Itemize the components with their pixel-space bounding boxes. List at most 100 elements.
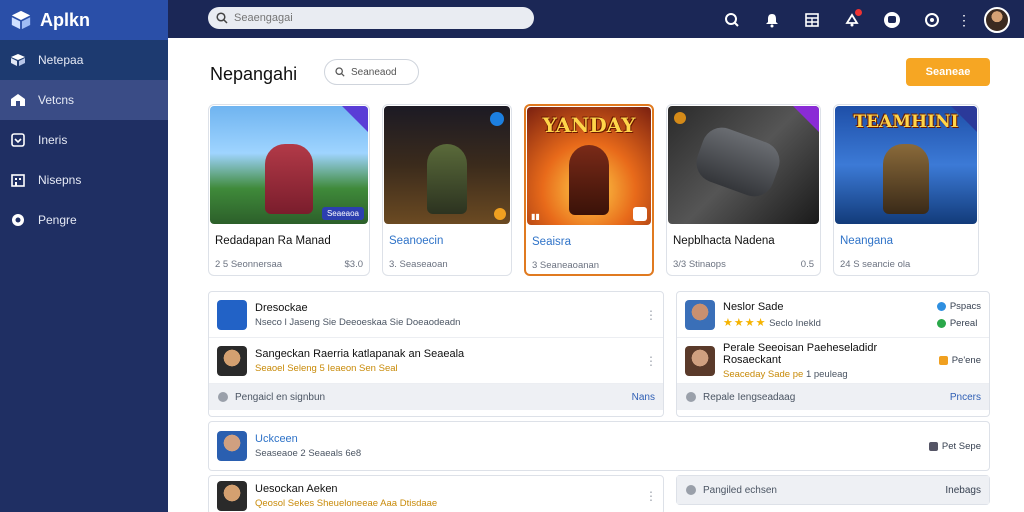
page-title: Nepangahi <box>210 64 298 84</box>
card-title: Seanoecin <box>389 235 444 247</box>
gamepad-icon <box>690 122 786 202</box>
footer-link[interactable]: Nans <box>632 392 655 403</box>
card-meta-right: $3.0 <box>344 259 364 270</box>
settings-icon[interactable] <box>920 8 944 32</box>
list-item[interactable]: Uckceen Seaseaoe 2 Seaeals 6e8 Pet Sepe <box>209 422 989 470</box>
sidebar-item-nisepns[interactable]: Nisepns <box>0 160 168 200</box>
game-banner-text: YANDAY <box>542 113 636 137</box>
search-icon[interactable] <box>720 8 744 32</box>
game-card[interactable]: YANDAY ▮▮ Seaisra 3 Seaneaoanan <box>524 104 654 276</box>
search-bar[interactable] <box>208 7 534 29</box>
game-thumbnail: YANDAY ▮▮ <box>527 107 651 225</box>
status-badge: Pspacs <box>936 301 981 312</box>
circle-icon <box>10 212 26 228</box>
more-vertical-icon[interactable]: ⋮ <box>645 354 657 368</box>
card-title: Redadapan Ra Manad <box>215 235 331 247</box>
footer-label: Pengaicl en signbun <box>235 391 326 403</box>
avatar <box>685 345 715 376</box>
chat-icon[interactable] <box>880 8 904 32</box>
game-thumbnail <box>668 106 819 224</box>
item-title: Sangeckan Raerria katlapanak an Seaeala <box>255 347 465 360</box>
item-title: Uesockan Aeken <box>255 483 338 495</box>
sidebar-item-netepaa[interactable]: Netepaa <box>0 40 168 80</box>
status-badge: Pe'ene <box>938 355 981 366</box>
list-item[interactable]: Sangeckan Raerria katlapanak an Seaeala … <box>209 338 663 384</box>
game-cards: Seaeaoa Redadapan Ra Manad 2 5 Seonnersa… <box>208 104 979 276</box>
item-title: Uckceen <box>255 433 298 445</box>
bell-icon[interactable] <box>760 8 784 32</box>
search-input[interactable] <box>234 12 514 24</box>
activity-feed-bottom-right: Pangiled echsen Inebags <box>676 475 990 505</box>
sidebar-item-ineris[interactable]: Ineris <box>0 120 168 160</box>
main-content: Nepangahi Seaneaod Seaneae Seaeaoa Redad… <box>168 38 1024 512</box>
status-badge: Pereal <box>936 318 977 329</box>
item-subtitle: Seaoel Seleng 5 Ieaeon Sen Seal <box>255 362 398 374</box>
notification-icon[interactable] <box>840 8 864 32</box>
grid-icon[interactable] <box>800 8 824 32</box>
settings-icon <box>686 392 696 402</box>
game-thumbnail <box>384 106 510 224</box>
ribbon-corner <box>793 106 819 132</box>
item-title: Perale Seeoisan Paeheseladidr Rosaeckant <box>723 341 878 366</box>
item-title: Neslor Sade <box>723 300 784 313</box>
card-meta-left: 3 Seaneaoanan <box>532 260 600 271</box>
sidebar-item-label: Nisepns <box>38 173 82 187</box>
card-meta-left: 2 5 Seonnersaa <box>215 259 283 270</box>
coin-icon <box>674 112 686 124</box>
home-icon <box>10 92 26 108</box>
sidebar-item-label: Netepaa <box>38 53 84 67</box>
panel-footer: Repale Iengseadaag Pncers <box>677 384 989 410</box>
game-card[interactable]: Seaeaoa Redadapan Ra Manad 2 5 Seonnersa… <box>208 104 370 276</box>
item-title: Dresockae <box>255 301 308 314</box>
game-card[interactable]: Seanoecin 3. Seaseaoan <box>382 104 512 276</box>
ribbon-corner <box>951 106 977 132</box>
item-subtitle: Nseco l Jaseng Sie Deeoeskaa Sie Doeaode… <box>255 316 461 328</box>
count-icon: ▮▮ <box>531 212 540 221</box>
footer-link[interactable]: Inebags <box>945 485 981 496</box>
coin-icon <box>494 208 506 220</box>
avatar <box>217 431 247 461</box>
card-title: Nepblhacta Nadena <box>673 235 775 247</box>
game-thumbnail: Seaeaoa <box>210 106 368 224</box>
more-vertical-icon[interactable]: ⋮ <box>645 489 657 503</box>
game-thumbnail: TEAMHINI <box>835 106 977 224</box>
game-card[interactable]: TEAMHINI Neangana 24 S seancie ola <box>833 104 979 276</box>
footer-link[interactable]: Pncers <box>950 392 981 403</box>
top-bar: ⋮ <box>168 0 1024 38</box>
list-item[interactable]: Perale Seeoisan Paeheseladidr Rosaeckant… <box>677 338 989 384</box>
card-meta-right: 0.5 <box>800 259 814 270</box>
more-vertical-icon[interactable]: ⋮ <box>645 308 657 322</box>
list-item[interactable]: Neslor Sade ★★★★ Seclo Inekld Pspacs Per… <box>677 292 989 338</box>
app-brand[interactable]: Aplkn <box>0 0 168 40</box>
badge-icon <box>490 112 504 126</box>
search-icon <box>335 67 345 77</box>
activity-feed-wide: Uckceen Seaseaoe 2 Seaeals 6e8 Pet Sepe <box>208 421 990 471</box>
save-icon <box>633 207 647 221</box>
building-icon <box>10 172 26 188</box>
top-actions: ⋮ <box>720 7 1010 33</box>
sidebar-item-vetcns[interactable]: Vetcns <box>0 80 168 120</box>
sidebar-item-pengre[interactable]: Pengre <box>0 200 168 240</box>
activity-feed-right: Neslor Sade ★★★★ Seclo Inekld Pspacs Per… <box>676 291 990 417</box>
panel-footer: Pengaicl en signbun Nans <box>209 384 663 410</box>
star-rating-icon: ★★★★ <box>723 316 767 329</box>
user-avatar[interactable] <box>984 7 1010 33</box>
game-card[interactable]: Nepblhacta Nadena 3/3 Stinaops 0.5 <box>666 104 821 276</box>
card-tag: Seaeaoa <box>321 207 364 220</box>
sidebar-item-label: Vetcns <box>38 93 75 107</box>
list-item[interactable]: Uesockan Aeken Qeosol Sekes Sheueloneeae… <box>209 476 663 512</box>
notification-badge <box>855 9 862 16</box>
list-item[interactable]: Dresockae Nseco l Jaseng Sie Deeoeskaa S… <box>209 292 663 338</box>
panel-footer: Pangiled echsen Inebags <box>677 476 989 504</box>
activity-feed-bottom: Uesockan Aeken Qeosol Sekes Sheueloneeae… <box>208 475 664 512</box>
activity-feed-left: Dresockae Nseco l Jaseng Sie Deeoeskaa S… <box>208 291 664 417</box>
settings-icon <box>686 485 696 495</box>
item-subtitle: Seclo Inekld <box>769 317 821 329</box>
filter-button[interactable]: Seaneaod <box>324 59 419 85</box>
item-subtitle: 1 peuleag <box>805 368 848 380</box>
app-logo-icon <box>11 10 31 30</box>
card-meta-left: 3/3 Stinaops <box>673 259 726 270</box>
card-meta-left: 24 S seancie ola <box>840 259 911 270</box>
more-vertical-icon[interactable]: ⋮ <box>957 8 971 32</box>
primary-action-button[interactable]: Seaneae <box>906 58 990 86</box>
